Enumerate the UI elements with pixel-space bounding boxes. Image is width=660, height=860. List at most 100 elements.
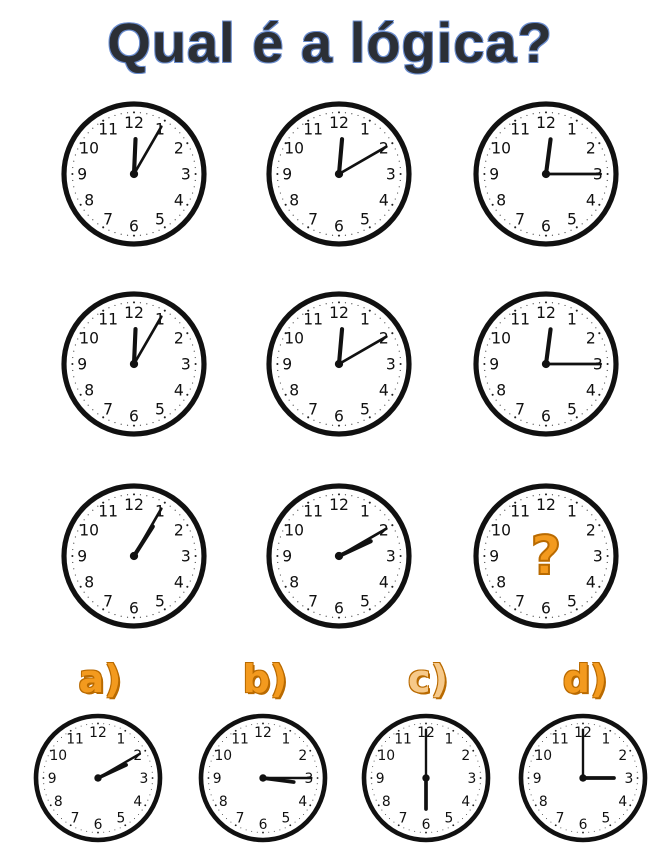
minute-tick (605, 542, 607, 544)
option-d-label[interactable]: d) (545, 660, 625, 698)
hour-tick (284, 393, 287, 396)
minute-tick (80, 725, 82, 727)
minute-tick (486, 344, 489, 346)
minute-tick (77, 148, 79, 150)
minute-tick (73, 542, 75, 544)
hour-tick (483, 362, 486, 366)
minute-tick (240, 827, 242, 829)
minute-tick (169, 223, 171, 225)
hour-tick (399, 554, 402, 558)
option-b-label[interactable]: b) (225, 660, 305, 698)
minute-tick (212, 799, 214, 801)
minute-tick (581, 505, 583, 507)
minute-tick (313, 419, 315, 421)
minute-tick (499, 322, 501, 324)
minute-tick (179, 132, 181, 134)
minute-tick (278, 160, 280, 162)
minute-tick (495, 399, 497, 401)
minute-tick (398, 568, 400, 570)
hour-tick (163, 226, 166, 229)
minute-tick (179, 322, 181, 324)
minute-tick (292, 404, 294, 406)
minute-tick (591, 514, 593, 516)
minute-tick (43, 783, 45, 785)
hour-tick (544, 301, 548, 304)
minute-tick (325, 423, 327, 425)
minute-tick (399, 369, 401, 372)
minute-tick (314, 760, 316, 762)
option-a-clock[interactable]: 123456789101112 (32, 712, 164, 844)
hour-tick (575, 119, 578, 122)
minute-tick (532, 423, 534, 425)
minute-tick (45, 760, 47, 762)
clock-number: 7 (515, 400, 525, 418)
minute-tick (632, 799, 634, 801)
hour-tick (262, 831, 264, 834)
minute-tick (564, 421, 566, 424)
hour-tick (575, 608, 578, 611)
option-c-label[interactable]: c) (388, 660, 468, 698)
clock-number: 12 (536, 496, 556, 514)
minute-tick (319, 496, 321, 499)
minute-tick (282, 580, 284, 582)
minute-tick (384, 813, 386, 816)
minute-tick (279, 154, 282, 156)
option-a-label[interactable]: a) (60, 660, 140, 698)
minute-tick (183, 591, 185, 593)
minute-tick (399, 179, 401, 182)
hour-tick (472, 749, 475, 752)
hour-tick (514, 226, 517, 229)
minute-tick (593, 830, 595, 832)
minute-tick (129, 821, 131, 823)
minute-tick (114, 114, 116, 117)
minute-tick (288, 519, 290, 521)
minute-tick (399, 356, 401, 359)
hour-tick (79, 332, 82, 335)
hour-tick (399, 362, 402, 366)
clock-number: 1 (282, 731, 291, 747)
minute-tick (408, 725, 410, 727)
minute-tick (570, 419, 572, 421)
clock-number: 2 (174, 140, 184, 158)
option-b-clock[interactable]: 123456789101112 (197, 712, 329, 844)
clock-number: 5 (155, 592, 165, 610)
minute-tick (277, 561, 279, 564)
minute-tick (313, 499, 315, 501)
clock-number: 10 (534, 748, 552, 764)
clock-number: 12 (254, 725, 272, 741)
clock-number: 7 (556, 811, 565, 827)
hour-tick (262, 722, 264, 725)
hour-tick (71, 554, 74, 558)
minute-tick (484, 356, 486, 359)
option-c-clock[interactable]: 123456789101112 (360, 712, 492, 844)
hour-tick (598, 585, 601, 588)
minute-tick (601, 530, 603, 532)
minute-tick (279, 536, 282, 538)
minute-tick (363, 419, 365, 421)
hour-tick (491, 203, 494, 206)
option-d-clock[interactable]: 123456789101112 (517, 712, 649, 844)
minute-tick (92, 509, 94, 511)
minute-tick (485, 186, 487, 188)
minute-tick (97, 223, 99, 225)
hour-tick (307, 226, 310, 229)
clock-number: 9 (489, 356, 499, 374)
minute-tick (396, 344, 399, 346)
minute-tick (398, 542, 400, 544)
clock-number: 9 (77, 166, 87, 184)
minute-tick (151, 771, 153, 773)
minute-tick (74, 574, 77, 576)
hour-tick (49, 804, 52, 807)
minute-tick (489, 198, 491, 200)
hour-tick (582, 722, 584, 725)
minute-tick (74, 192, 77, 194)
minute-tick (588, 831, 590, 833)
minute-tick (279, 382, 282, 384)
center-pin (541, 359, 551, 369)
minute-tick (179, 514, 181, 516)
minute-tick (374, 413, 376, 415)
clock-number: 5 (155, 210, 165, 228)
minute-tick (183, 327, 185, 329)
minute-tick (73, 568, 75, 570)
minute-tick (194, 548, 196, 551)
